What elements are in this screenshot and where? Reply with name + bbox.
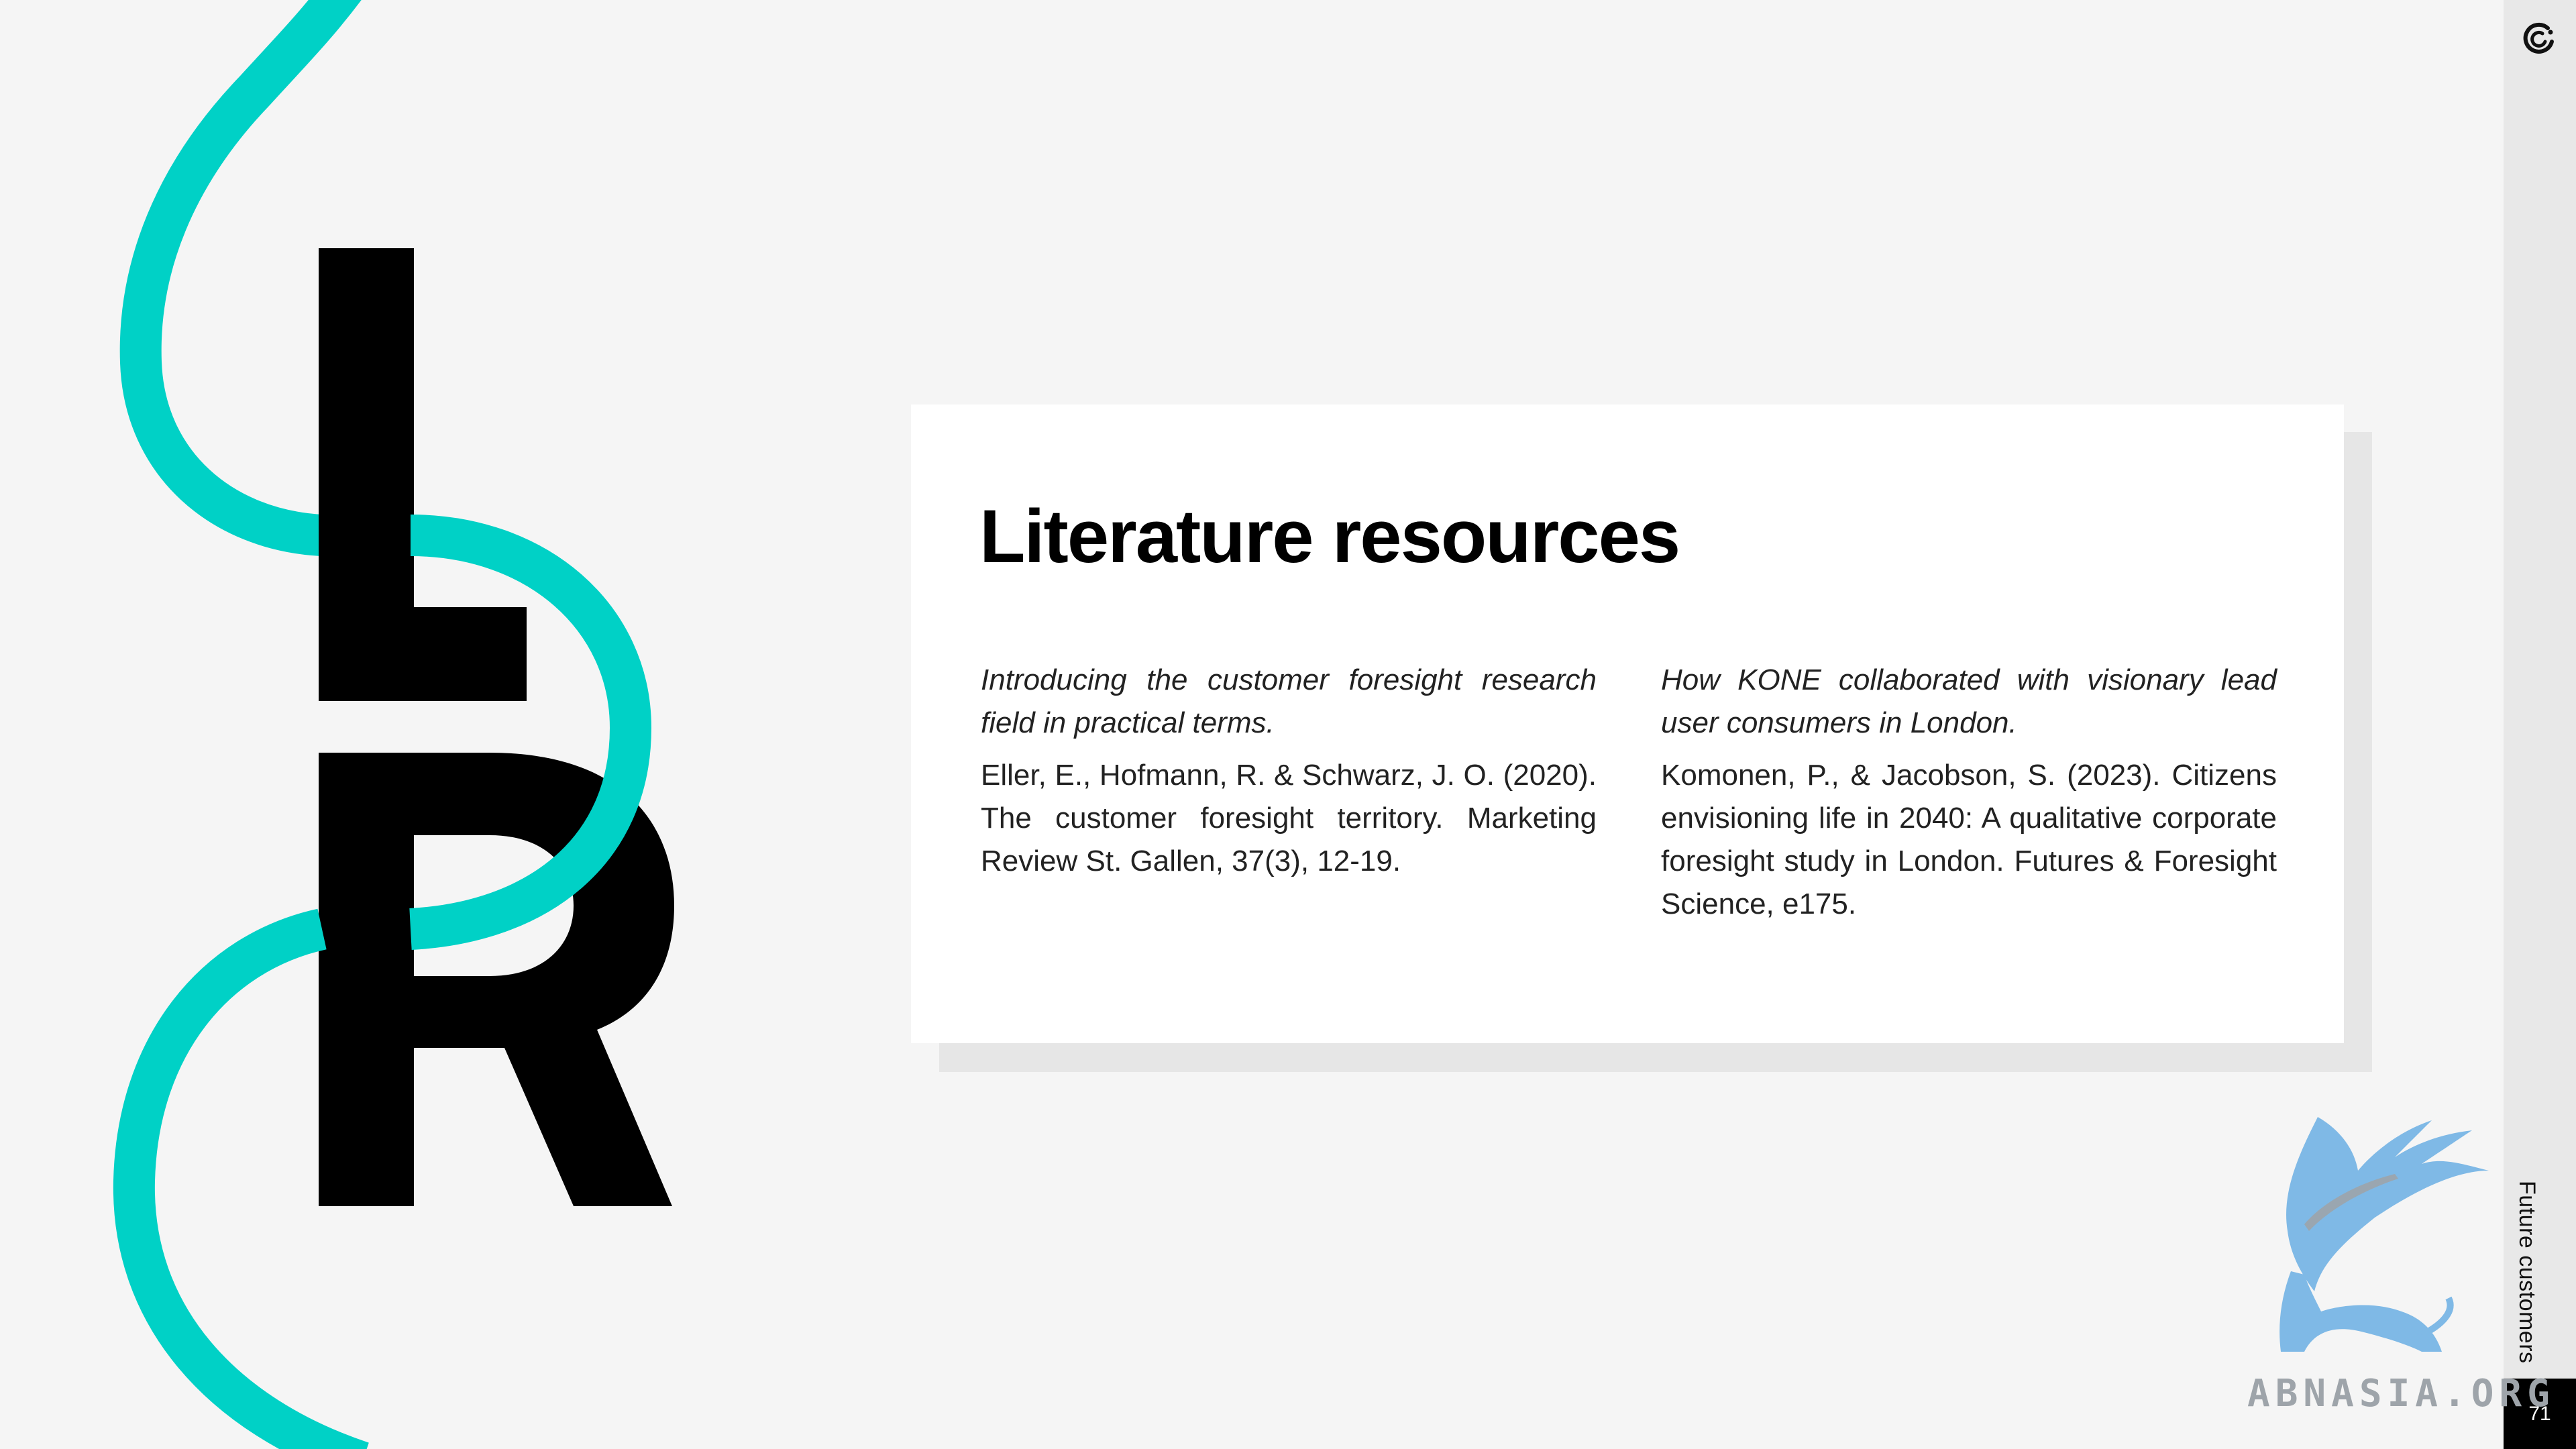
reference-description: Introducing the customer foresight resea… <box>981 663 1597 739</box>
page-title: Literature resources <box>979 494 1680 578</box>
section-label-text: Future customers <box>2514 1181 2540 1364</box>
reference-citation: Komonen, P., & Jacobson, S. (2023). Citi… <box>1661 759 2277 920</box>
teal-curve-front <box>409 515 652 950</box>
reference-citation: Eller, E., Hofmann, R. & Schwarz, J. O. … <box>981 759 1597 877</box>
reference-item: How KONE collaborated with visionary lea… <box>1661 659 2277 926</box>
letter-l-shape <box>319 248 527 701</box>
teal-curve-back <box>119 0 362 556</box>
reference-description: How KONE collaborated with visionary lea… <box>1661 663 2277 739</box>
reference-item: Introducing the customer foresight resea… <box>981 659 1597 883</box>
griffin-icon <box>2279 1117 2489 1352</box>
circular-c-logo-icon <box>2523 22 2554 54</box>
watermark-text: ABNASIA.ORG <box>2247 1372 2555 1415</box>
